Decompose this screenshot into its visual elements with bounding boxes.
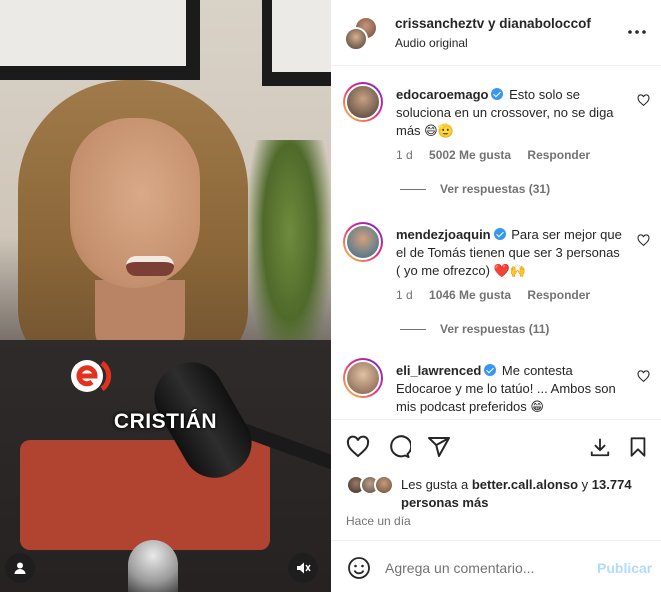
replies-divider <box>400 188 426 190</box>
comment-like-button[interactable] <box>637 94 651 108</box>
reply-button[interactable]: Responder <box>527 288 590 302</box>
view-replies-button[interactable]: Ver respuestas (11) <box>400 322 549 336</box>
verified-badge-icon <box>491 88 504 100</box>
more-options-icon <box>628 30 646 34</box>
reply-button[interactable]: Responder <box>527 148 590 162</box>
comment-body: eli_lawrenced Me contesta Edocaroe y me … <box>396 362 624 416</box>
save-button[interactable] <box>625 434 651 460</box>
author-avatar-secondary[interactable] <box>344 27 368 51</box>
background-plant <box>248 140 331 370</box>
likes-joiner: y <box>581 477 589 492</box>
person-mouth <box>126 256 174 276</box>
comment-username[interactable]: mendezjoaquin <box>396 227 491 242</box>
comment-username[interactable]: eli_lawrenced <box>396 363 481 378</box>
likes-prefix: Les gusta a <box>401 477 469 492</box>
comment-like-button[interactable] <box>637 370 651 384</box>
bookmark-icon <box>630 437 646 457</box>
comment-username[interactable]: edocaroemago <box>396 87 488 102</box>
post-comment-button[interactable]: Publicar <box>597 560 652 576</box>
paper-plane-icon <box>428 437 450 457</box>
audio-label[interactable]: Audio original <box>395 36 468 50</box>
author-names[interactable]: crissancheztv y dianaboloccof <box>395 16 591 31</box>
wall-frame-left <box>0 0 200 80</box>
user-tag-icon <box>14 562 26 574</box>
heart-outline-icon <box>637 94 650 107</box>
wall-frame-right <box>262 0 331 86</box>
download-icon <box>590 438 610 457</box>
heart-outline-icon <box>637 370 650 383</box>
likes-summary: Les gusta a better.call.alonso y 13.774 … <box>345 474 655 514</box>
view-replies-label: Ver respuestas (31) <box>440 182 551 196</box>
view-replies-label: Ver respuestas (11) <box>440 322 550 336</box>
comment-composer: Publicar <box>331 540 661 592</box>
reel-video[interactable]: CRISTIÁN <box>0 0 331 592</box>
more-options-button[interactable] <box>625 22 649 42</box>
post-details-panel: crissancheztv y dianaboloccof Audio orig… <box>331 0 661 592</box>
action-bar <box>331 419 661 471</box>
verified-badge-icon <box>493 228 506 240</box>
comment-age: 1 d <box>396 148 413 162</box>
emoji-picker-button[interactable] <box>347 556 371 580</box>
post-header: crissancheztv y dianaboloccof Audio orig… <box>331 0 661 66</box>
comment-button[interactable] <box>386 434 412 460</box>
comment-meta: 1 d 1046 Me gusta Responder <box>396 288 603 302</box>
comment-meta: 1 d 5002 Me gusta Responder <box>396 148 603 162</box>
comment-like-button[interactable] <box>637 234 651 248</box>
liker-avatars <box>346 475 398 497</box>
liker-username[interactable]: better.call.alonso <box>472 477 578 492</box>
share-button[interactable] <box>426 434 452 460</box>
download-button[interactable] <box>587 434 613 460</box>
post-timestamp[interactable]: Hace un día <box>346 514 411 528</box>
comment-body: mendezjoaquin Para ser mejor que el de T… <box>396 226 624 280</box>
comment-avatar[interactable] <box>343 358 383 398</box>
comment-bubble-icon <box>390 435 411 458</box>
video-caption: CRISTIÁN <box>113 410 218 433</box>
shirt-eagle-graphic <box>128 540 178 592</box>
comment-age: 1 d <box>396 288 413 302</box>
muted-speaker-icon <box>297 562 311 574</box>
verified-badge-icon <box>484 364 497 376</box>
smiley-icon <box>348 557 370 579</box>
heart-outline-icon <box>346 435 370 458</box>
likes-text: Les gusta a better.call.alonso y 13.774 … <box>401 476 651 512</box>
comment-avatar[interactable] <box>343 82 383 122</box>
user-tag-button[interactable] <box>5 553 35 583</box>
comment-input[interactable] <box>385 555 585 581</box>
like-button[interactable] <box>345 434 371 460</box>
comment-body: edocaroemago Esto solo se soluciona en u… <box>396 86 624 140</box>
liker-avatar <box>374 475 394 495</box>
mute-toggle-button[interactable] <box>288 553 318 583</box>
channel-logo-e-icon <box>68 356 114 396</box>
view-replies-button[interactable]: Ver respuestas (31) <box>400 182 550 196</box>
comment-like-count[interactable]: 1046 Me gusta <box>429 288 511 302</box>
replies-divider <box>400 328 426 330</box>
comment-like-count[interactable]: 5002 Me gusta <box>429 148 511 162</box>
heart-outline-icon <box>637 234 650 247</box>
comment-avatar[interactable] <box>343 222 383 262</box>
